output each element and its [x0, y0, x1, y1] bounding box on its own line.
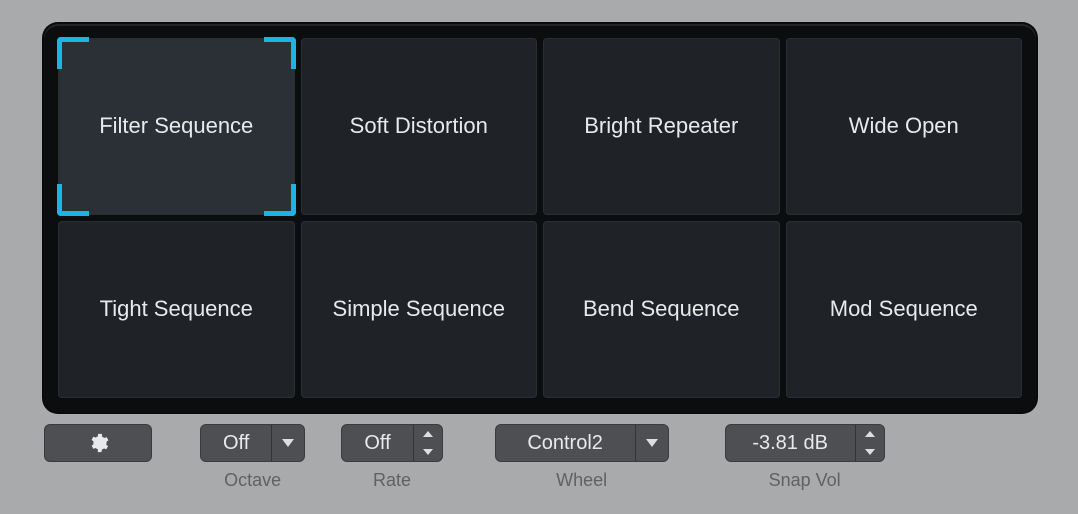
preset-pad-7[interactable]: Mod Sequence [786, 221, 1023, 398]
snap-vol-value: -3.81 dB [726, 425, 856, 461]
preset-pad-label: Wide Open [849, 113, 959, 139]
snap-vol-param: -3.81 dB Snap Vol [725, 424, 885, 491]
preset-pad-1[interactable]: Soft Distortion [301, 38, 538, 215]
preset-pad-label: Mod Sequence [830, 296, 978, 322]
snap-vol-stepper[interactable]: -3.81 dB [725, 424, 885, 462]
rate-param: Off Rate [341, 424, 442, 491]
preset-grid: Filter Sequence Soft Distortion Bright Rep… [58, 38, 1022, 398]
preset-pad-panel: Filter Sequence Soft Distortion Bright Rep… [44, 24, 1036, 412]
selection-corner [57, 37, 89, 69]
preset-pad-label: Bright Repeater [584, 113, 738, 139]
preset-pad-0[interactable]: Filter Sequence [58, 38, 295, 215]
preset-pad-label: Bend Sequence [583, 296, 740, 322]
preset-pad-3[interactable]: Wide Open [786, 38, 1023, 215]
rate-label: Rate [373, 470, 411, 491]
snap-vol-stepper-buttons [856, 425, 884, 461]
selection-corner [264, 37, 296, 69]
chevron-down-icon [865, 449, 875, 455]
preset-pad-label: Soft Distortion [350, 113, 488, 139]
octave-label: Octave [224, 470, 281, 491]
rate-stepper-buttons [414, 425, 442, 461]
chevron-down-icon [282, 439, 294, 447]
rate-step-down[interactable] [414, 443, 442, 461]
preset-pad-2[interactable]: Bright Repeater [543, 38, 780, 215]
rate-stepper[interactable]: Off [341, 424, 442, 462]
preset-pad-4[interactable]: Tight Sequence [58, 221, 295, 398]
wheel-param: Control2 Wheel [495, 424, 669, 491]
preset-pad-label: Tight Sequence [100, 296, 253, 322]
selection-corner [57, 184, 89, 216]
octave-value: Off [201, 425, 272, 461]
wheel-dropdown-arrow[interactable] [636, 425, 668, 461]
rate-value: Off [342, 425, 413, 461]
octave-param: Off Octave [200, 424, 305, 491]
wheel-label: Wheel [556, 470, 607, 491]
preset-pad-5[interactable]: Simple Sequence [301, 221, 538, 398]
preset-pad-label: Simple Sequence [333, 296, 505, 322]
selection-corner [264, 184, 296, 216]
wheel-value: Control2 [496, 425, 636, 461]
settings-button[interactable] [44, 424, 152, 462]
chevron-down-icon [646, 439, 658, 447]
octave-dropdown-arrow[interactable] [272, 425, 304, 461]
snap-vol-label: Snap Vol [769, 470, 841, 491]
gear-icon [87, 432, 109, 454]
wheel-dropdown[interactable]: Control2 [495, 424, 669, 462]
footer-controls: Off Octave Off Rate Control2 Wheel -3.81 [44, 424, 1036, 491]
rate-step-up[interactable] [414, 425, 442, 443]
preset-pad-6[interactable]: Bend Sequence [543, 221, 780, 398]
chevron-up-icon [865, 431, 875, 437]
chevron-down-icon [423, 449, 433, 455]
preset-pad-label: Filter Sequence [99, 113, 253, 139]
octave-dropdown[interactable]: Off [200, 424, 305, 462]
snap-vol-step-down[interactable] [856, 443, 884, 461]
chevron-up-icon [423, 431, 433, 437]
snap-vol-step-up[interactable] [856, 425, 884, 443]
